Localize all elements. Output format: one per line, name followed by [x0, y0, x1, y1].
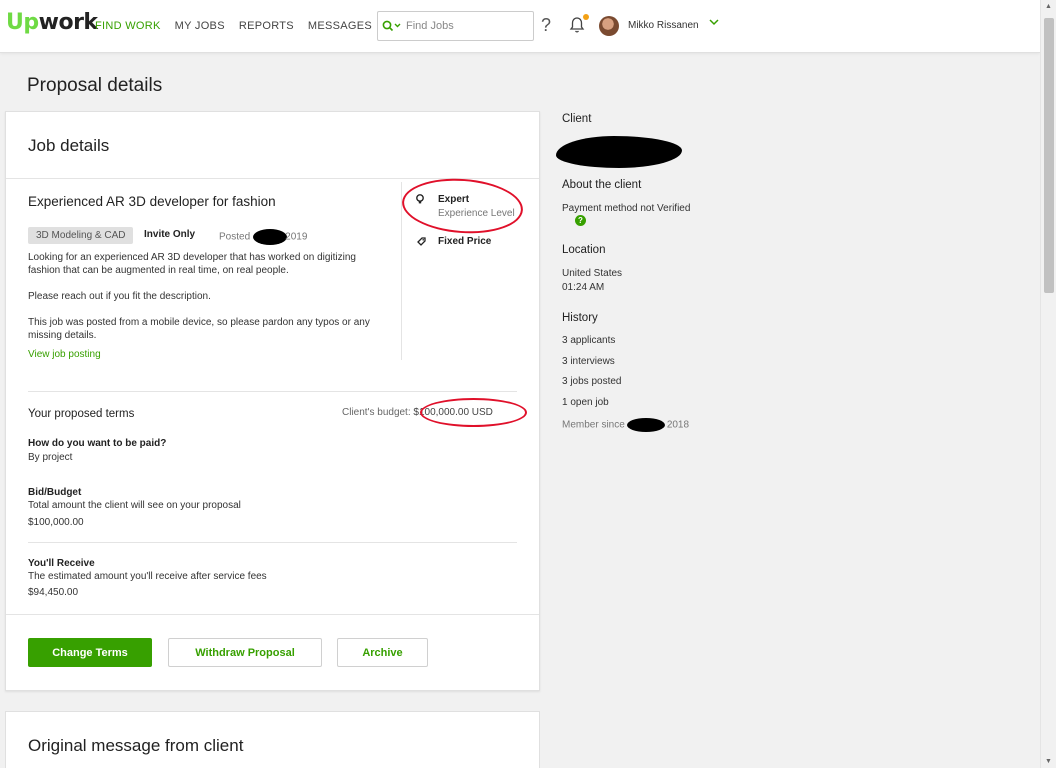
- divider: [28, 391, 517, 392]
- client-country: United States: [562, 268, 623, 279]
- about-client-heading: About the client: [562, 179, 642, 191]
- skill-tag[interactable]: 3D Modeling & CAD: [28, 227, 134, 244]
- bid-value: $100,000.00: [28, 517, 84, 528]
- scrollbar-thumb[interactable]: [1044, 18, 1054, 293]
- client-jobs-posted: 3 jobs posted: [562, 376, 622, 387]
- change-terms-button[interactable]: Change Terms: [28, 638, 152, 667]
- payment-type-value: By project: [28, 452, 73, 463]
- search-input[interactable]: [406, 20, 516, 32]
- original-message-title: Original message from client: [28, 736, 244, 755]
- help-circle-icon[interactable]: ?: [575, 215, 586, 226]
- page-scrollbar[interactable]: ▲ ▼: [1040, 0, 1056, 768]
- search-icon[interactable]: [378, 20, 406, 32]
- vertical-divider: [401, 182, 402, 360]
- bid-help: Total amount the client will see on your…: [28, 500, 241, 511]
- redacted-mark: [626, 418, 665, 432]
- nav-messages[interactable]: MESSAGES: [308, 20, 372, 32]
- member-since: Member since 2018: [562, 418, 690, 432]
- help-icon[interactable]: ?: [541, 15, 551, 36]
- receive-help: The estimated amount you'll receive afte…: [28, 571, 267, 582]
- location-heading: Location: [562, 244, 606, 256]
- client-open-jobs: 1 open job: [562, 397, 609, 408]
- annotation-circle: [420, 398, 527, 427]
- client-heading: Client: [562, 113, 592, 125]
- posted-date: Posted 2019: [219, 229, 307, 245]
- job-title: Experienced AR 3D developer for fashion: [28, 194, 276, 209]
- invite-only-label: Invite Only: [144, 229, 196, 240]
- job-description-paragraph: Looking for an experienced AR 3D develop…: [28, 252, 356, 276]
- receive-label: You'll Receive: [28, 558, 95, 569]
- redacted-client-name: [556, 136, 682, 168]
- payment-status: Payment method not Verified?: [562, 203, 691, 226]
- archive-button[interactable]: Archive: [337, 638, 428, 667]
- tag-icon: [416, 236, 427, 250]
- search-box: [377, 11, 534, 41]
- scroll-down-arrow-icon[interactable]: ▼: [1045, 758, 1052, 765]
- withdraw-proposal-button[interactable]: Withdraw Proposal: [168, 638, 322, 667]
- user-name[interactable]: Mikko Rissanen: [628, 20, 699, 31]
- scroll-up-arrow-icon[interactable]: ▲: [1045, 3, 1052, 10]
- nav-reports[interactable]: REPORTS: [239, 20, 294, 32]
- job-description-paragraph: Please reach out if you fit the descript…: [28, 291, 211, 302]
- view-job-posting-link[interactable]: View job posting: [28, 349, 101, 360]
- original-message-card: Original message from client: [5, 711, 540, 768]
- notifications-bell-icon[interactable]: [569, 14, 589, 36]
- proposed-terms-title: Your proposed terms: [28, 408, 135, 420]
- redacted-mark: [253, 229, 288, 245]
- upwork-logo[interactable]: Upwork: [6, 10, 98, 35]
- history-heading: History: [562, 312, 598, 324]
- job-description-paragraph: This job was posted from a mobile device…: [28, 317, 370, 341]
- chevron-down-icon[interactable]: [709, 18, 719, 29]
- job-details-title: Job details: [28, 136, 110, 155]
- avatar[interactable]: [599, 16, 619, 36]
- top-navigation-bar: Upwork FIND WORK MY JOBS REPORTS MESSAGE…: [0, 0, 1040, 53]
- job-details-card: Job details Experienced AR 3D developer …: [5, 111, 540, 691]
- notification-dot: [583, 14, 589, 20]
- page-title: Proposal details: [27, 75, 163, 96]
- annotation-circle: [400, 174, 525, 238]
- divider: [28, 542, 517, 543]
- payment-type-label: How do you want to be paid?: [28, 438, 167, 449]
- nav-my-jobs[interactable]: MY JOBS: [175, 20, 225, 32]
- divider: [6, 614, 539, 615]
- receive-value: $94,450.00: [28, 587, 79, 598]
- client-applicants: 3 applicants: [562, 335, 616, 346]
- nav-find-work[interactable]: FIND WORK: [95, 20, 161, 32]
- bid-label: Bid/Budget: [28, 487, 82, 498]
- client-local-time: 01:24 AM: [562, 282, 605, 293]
- main-nav: FIND WORK MY JOBS REPORTS MESSAGES: [95, 20, 372, 32]
- client-interviews: 3 interviews: [562, 356, 615, 367]
